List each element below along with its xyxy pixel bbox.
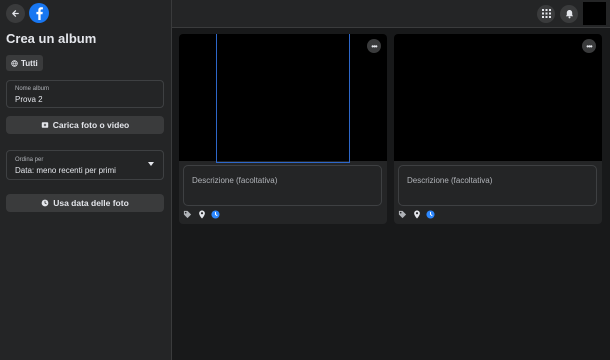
notifications-button[interactable] [560,4,578,23]
location-pin-icon[interactable] [197,210,206,219]
media-card: ••• Descrizione (facoltativa) [394,34,602,224]
upload-media-button[interactable]: Carica foto o video [6,116,164,134]
use-photo-date-label: Usa data delle foto [53,198,129,208]
description-field[interactable]: Descrizione (facoltativa) [183,165,382,206]
privacy-label: Tutti [21,58,38,68]
facebook-logo[interactable] [29,3,49,23]
upload-media-label: Carica foto o video [52,120,130,130]
location-pin-icon[interactable] [412,210,421,219]
privacy-button[interactable]: Tutti [6,55,43,71]
top-header [172,0,610,28]
caret-down-icon [148,162,154,166]
sort-select[interactable]: Ordina per Data: meno recenti per primi [6,150,164,180]
page-title: Crea un album [6,31,97,46]
profile-avatar[interactable] [583,2,606,25]
album-name-field[interactable]: Nome album Prova 2 [6,80,164,108]
media-card: ••• Descrizione (facoltativa) [179,34,387,224]
back-button[interactable] [6,3,25,23]
description-field[interactable]: Descrizione (facoltativa) [398,165,597,206]
bell-icon [565,9,573,18]
sort-label: Ordina per [15,157,44,163]
globe-icon [11,59,18,67]
more-dots-icon: ••• [586,41,592,51]
selected-media-frame[interactable] [216,34,350,163]
more-dots-icon: ••• [371,41,377,51]
use-photo-date-button[interactable]: Usa data delle foto [6,194,164,212]
photo-add-icon [41,122,48,128]
app-root: Crea un album Tutti Nome album Prova 2 C… [0,0,610,360]
menu-button[interactable] [537,4,555,23]
media-preview[interactable]: ••• [394,34,602,161]
more-options-button[interactable]: ••• [367,39,381,53]
sidebar-topbar [6,3,49,23]
sort-value: Data: meno recenti per primi [15,166,116,175]
description-placeholder: Descrizione (facoltativa) [407,176,493,185]
tag-icon[interactable] [398,210,407,219]
clock-icon[interactable] [211,210,220,219]
more-options-button[interactable]: ••• [582,39,596,53]
card-actions [398,210,435,219]
album-name-input[interactable]: Prova 2 [15,95,43,104]
facebook-f-icon [36,7,43,20]
description-placeholder: Descrizione (facoltativa) [192,176,278,185]
clock-icon[interactable] [426,210,435,219]
card-actions [183,210,220,219]
sidebar: Crea un album Tutti Nome album Prova 2 C… [0,0,172,360]
back-arrow-icon [12,9,19,17]
grid-menu-icon [541,9,551,18]
tag-icon[interactable] [183,210,192,219]
album-name-label: Nome album [15,86,50,92]
clock-icon [41,199,49,207]
header-actions [537,2,606,25]
media-preview[interactable]: ••• [179,34,387,163]
